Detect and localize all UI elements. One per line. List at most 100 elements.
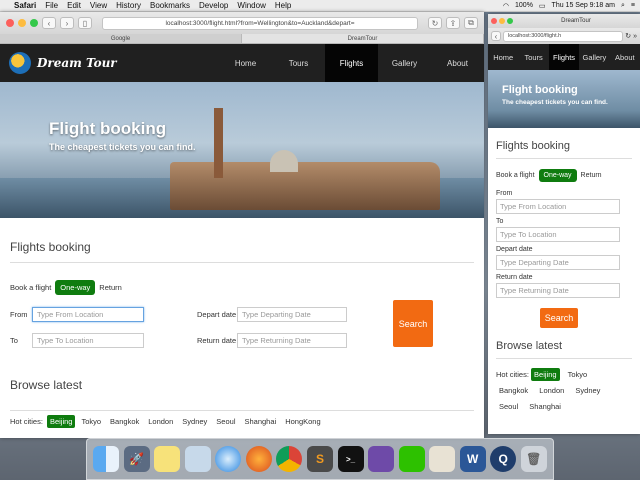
more-icon[interactable]: » <box>633 33 637 40</box>
from-input[interactable]: Type From Location <box>496 199 620 214</box>
book-flight-label: Book a flight <box>496 172 535 179</box>
nav-home[interactable]: Home <box>219 44 272 82</box>
to-input[interactable]: Type To Location <box>496 227 620 242</box>
one-way-button[interactable]: One-way <box>538 169 577 182</box>
minimize-window-button[interactable] <box>499 18 505 24</box>
return-date-input[interactable]: Type Returning Date <box>496 283 620 298</box>
from-input[interactable]: Type From Location <box>32 307 144 322</box>
nav-gallery[interactable]: Gallery <box>378 44 431 82</box>
nav-flights[interactable]: Flights <box>325 44 378 82</box>
dock: 🚀 S >_ W Q 🗑 <box>86 438 554 480</box>
book-flight-label: Book a flight <box>10 283 52 292</box>
menu-view[interactable]: View <box>90 1 107 10</box>
mobile-address-bar[interactable]: localhost:3000/flight.h <box>503 30 624 42</box>
reload-icon[interactable]: ↻ <box>625 32 631 40</box>
city-bangkok[interactable]: Bangkok <box>107 415 142 428</box>
city-london[interactable]: London <box>536 384 567 397</box>
menu-bookmarks[interactable]: Bookmarks <box>150 1 190 10</box>
close-window-button[interactable] <box>491 18 497 24</box>
menu-bar: Safari File Edit View History Bookmarks … <box>0 0 640 12</box>
zoom-window-button[interactable] <box>30 19 38 27</box>
menu-develop[interactable]: Develop <box>199 1 228 10</box>
search-icon[interactable]: ⌕ <box>621 2 625 10</box>
city-beijing[interactable]: Beijing <box>46 415 76 428</box>
tab-google[interactable]: Google <box>0 34 242 43</box>
zoom-window-button[interactable] <box>507 18 513 24</box>
menu-history[interactable]: History <box>116 1 141 10</box>
city-shanghai[interactable]: Shanghai <box>526 400 564 413</box>
search-button[interactable]: Search <box>540 308 578 328</box>
one-way-button[interactable]: One-way <box>55 280 96 295</box>
depart-date-input[interactable]: Type Departing Date <box>237 307 347 322</box>
city-seoul[interactable]: Seoul <box>213 415 238 428</box>
safari-icon[interactable] <box>215 446 242 472</box>
nav-about[interactable]: About <box>610 44 640 70</box>
menu-window[interactable]: Window <box>237 1 265 10</box>
back-button[interactable]: ‹ <box>491 31 501 41</box>
sublime-icon[interactable]: S <box>306 446 333 472</box>
firefox-icon[interactable] <box>245 446 272 472</box>
finder-icon[interactable] <box>93 446 120 472</box>
mobile-trip-type-row: Book a flight One-way Return <box>496 169 632 182</box>
share-icon[interactable]: ⇪ <box>446 17 460 29</box>
city-hongkong[interactable]: HongKong <box>282 415 323 428</box>
back-button[interactable]: ‹ <box>42 17 56 29</box>
nav-about[interactable]: About <box>431 44 484 82</box>
address-bar[interactable]: localhost:3000/flight.html?from=Wellingt… <box>102 16 418 30</box>
site-logo[interactable]: Dream Tour <box>9 52 117 74</box>
hero-church-dome <box>270 150 298 172</box>
battery-percent[interactable]: 100% <box>515 2 533 9</box>
mobile-flights-booking-title: Flights booking <box>496 140 570 152</box>
depart-date-input[interactable]: Type Departing Date <box>496 255 620 270</box>
city-london[interactable]: London <box>145 415 176 428</box>
quicktime-icon[interactable]: Q <box>490 446 517 472</box>
city-sydney[interactable]: Sydney <box>572 384 603 397</box>
clock[interactable]: Thu 15 Sep 9:18 am <box>552 2 615 9</box>
city-tokyo[interactable]: Tokyo <box>565 368 591 381</box>
notes-icon[interactable] <box>154 446 181 472</box>
tab-dreamtour[interactable]: DreamTour <box>242 34 484 43</box>
word-icon[interactable]: W <box>459 446 486 472</box>
nav-gallery[interactable]: Gallery <box>579 44 609 70</box>
mobile-window-title: DreamTour <box>561 18 591 24</box>
menu-safari[interactable]: Safari <box>14 1 36 10</box>
nav-tours[interactable]: Tours <box>272 44 325 82</box>
menu-help[interactable]: Help <box>275 1 291 10</box>
nav-tours[interactable]: Tours <box>518 44 548 70</box>
return-button[interactable]: Return <box>99 283 122 292</box>
chrome-icon[interactable] <box>276 446 303 472</box>
return-date-input[interactable]: Type Returning Date <box>237 333 347 348</box>
reload-icon[interactable]: ↻ <box>428 17 442 29</box>
trash-icon[interactable]: 🗑 <box>520 446 547 472</box>
return-button[interactable]: Return <box>581 172 602 179</box>
tabs-overview-icon[interactable]: ⧉ <box>464 17 478 29</box>
city-bangkok[interactable]: Bangkok <box>496 384 531 397</box>
menu-file[interactable]: File <box>45 1 58 10</box>
launchpad-icon[interactable]: 🚀 <box>123 446 150 472</box>
city-beijing[interactable]: Beijing <box>531 368 560 381</box>
photos-icon[interactable] <box>429 446 456 472</box>
nav-flights[interactable]: Flights <box>548 44 580 70</box>
city-shanghai[interactable]: Shanghai <box>241 415 279 428</box>
notification-icon[interactable]: ≡ <box>631 2 635 9</box>
close-window-button[interactable] <box>6 19 14 27</box>
mobile-browse-latest-title: Browse latest <box>496 340 563 352</box>
search-button[interactable]: Search <box>393 300 433 347</box>
sidebar-icon[interactable]: ▯ <box>78 17 92 29</box>
to-input[interactable]: Type To Location <box>32 333 144 348</box>
preview-icon[interactable] <box>184 446 211 472</box>
terminal-icon[interactable]: >_ <box>337 446 364 472</box>
nav-home[interactable]: Home <box>488 44 518 70</box>
menu-edit[interactable]: Edit <box>67 1 81 10</box>
depart-label: Depart date <box>496 246 533 253</box>
github-icon[interactable] <box>368 446 395 472</box>
city-seoul[interactable]: Seoul <box>496 400 521 413</box>
wechat-icon[interactable] <box>398 446 425 472</box>
wifi-icon[interactable]: ◠ <box>503 2 509 10</box>
battery-icon[interactable]: ▭ <box>539 2 546 10</box>
mobile-navbar: Home Tours Flights Gallery About <box>488 44 640 70</box>
forward-button[interactable]: › <box>60 17 74 29</box>
minimize-window-button[interactable] <box>18 19 26 27</box>
city-sydney[interactable]: Sydney <box>179 415 210 428</box>
city-tokyo[interactable]: Tokyo <box>78 415 104 428</box>
